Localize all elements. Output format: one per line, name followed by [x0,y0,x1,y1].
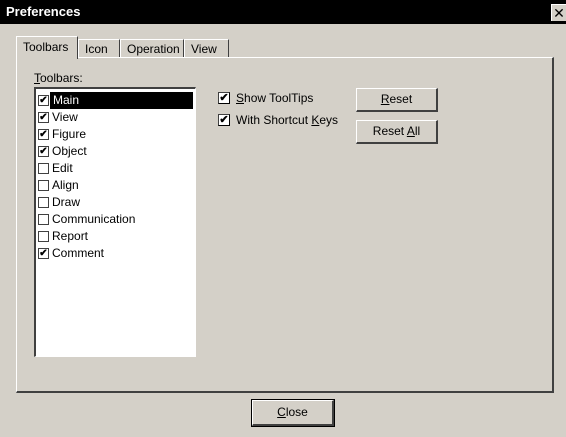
toolbar-checkbox[interactable] [38,231,49,242]
toolbar-checkbox[interactable]: ✔ [38,248,49,259]
shortcut-keys-checkbox[interactable]: ✔ With Shortcut Keys [218,113,338,127]
toolbar-list-item[interactable]: ✔ Figure [36,126,195,143]
shortcut-keys-check-icon[interactable]: ✔ [218,114,230,126]
toolbar-list-item[interactable]: ✔ Comment [36,245,195,262]
reset-all-button[interactable]: Reset All [356,120,438,144]
toolbars-listbox[interactable]: ✔ Main ✔ View ✔ Figure ✔ Object Edit Align Draw Com… [34,87,196,357]
close-button[interactable]: Close [251,399,335,427]
toolbar-list-item[interactable]: Communication [36,211,195,228]
tab-operation-label: Operation [127,42,180,56]
toolbar-list-item[interactable]: Edit [36,160,195,177]
close-icon[interactable]: ✕ [551,4,566,21]
toolbar-item-label: Edit [52,161,73,175]
toolbar-item-label: Object [52,144,87,158]
toolbar-checkbox[interactable] [38,214,49,225]
toolbar-item-label: Main [52,93,81,107]
toolbar-item-label: Comment [52,246,105,260]
toolbar-checkbox[interactable]: ✔ [38,129,49,140]
tab-toolbars[interactable]: Toolbars [16,36,78,59]
toolbar-item-label: View [52,110,78,124]
toolbar-checkbox[interactable] [38,180,49,191]
toolbar-item-label: Draw [52,195,81,209]
tab-view[interactable]: View [184,39,229,58]
toolbar-list-item[interactable]: ✔ View [36,109,195,126]
window-title: Preferences [6,4,81,19]
toolbar-list-item[interactable]: Report [36,228,195,245]
toolbar-list-item[interactable]: ✔ Main [36,92,195,109]
toolbar-checkbox[interactable]: ✔ [38,146,49,157]
toolbar-checkbox[interactable] [38,163,49,174]
toolbar-item-label: Report [52,229,89,243]
tab-icon-label: Icon [85,42,108,56]
toolbar-list-item[interactable]: Draw [36,194,195,211]
reset-button[interactable]: Reset [356,88,438,112]
tab-toolbars-label: Toolbars [23,40,69,54]
tab-operation[interactable]: Operation [120,39,184,58]
tab-view-label: View [191,42,217,56]
toolbar-item-label: Communication [52,212,136,226]
toolbar-checkbox[interactable] [38,197,49,208]
toolbar-list-item[interactable]: Align [36,177,195,194]
toolbar-list-item[interactable]: ✔ Object [36,143,195,160]
show-tooltips-checkbox[interactable]: ✔ Show ToolTips [218,91,313,105]
toolbar-item-label: Figure [52,127,87,141]
toolbar-item-label: Align [52,178,79,192]
title-bar: Preferences ✕ [0,0,566,24]
shortcut-keys-label: With Shortcut [236,113,312,127]
show-tooltips-label: how ToolTips [244,91,314,105]
toolbars-list-label: Toolbars: [34,71,83,85]
show-tooltips-check-icon[interactable]: ✔ [218,92,230,104]
toolbar-checkbox[interactable]: ✔ [38,95,49,106]
toolbar-checkbox[interactable]: ✔ [38,112,49,123]
tab-icon[interactable]: Icon [78,39,120,58]
